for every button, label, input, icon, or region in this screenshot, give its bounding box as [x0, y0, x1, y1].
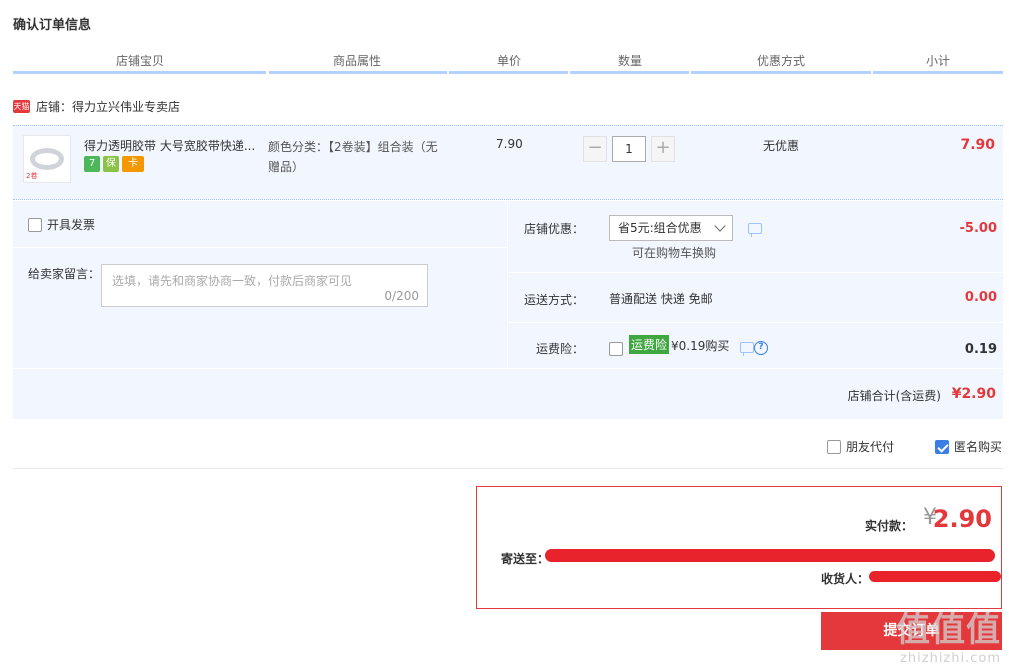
- receiver-redaction: [869, 571, 1001, 582]
- item-subtotal: 7.90: [960, 137, 995, 153]
- header-underline: [691, 71, 871, 74]
- item-promotion: 无优惠: [763, 139, 800, 153]
- credit-card-icon[interactable]: 卡: [122, 156, 144, 172]
- shop-total-row: 店铺合计(含运费) ¥2.90: [13, 368, 1003, 419]
- anonymous-checkbox[interactable]: [935, 439, 949, 454]
- shop-discount-row: 店铺优惠： 省5元:组合优惠 可在购物车换购 -5.00: [508, 201, 1004, 273]
- shop-name-link[interactable]: 店铺：得力立兴伟业专卖店: [36, 98, 180, 115]
- seven-day-return-icon[interactable]: 7: [84, 156, 100, 172]
- service-icons: 7 保 卡: [84, 156, 144, 172]
- help-icon[interactable]: ?: [754, 341, 768, 355]
- divider: [13, 247, 507, 248]
- invoice-label: 开具发票: [47, 218, 96, 232]
- column-header-attribute: 商品属性: [332, 54, 381, 68]
- header-underline: [269, 71, 447, 74]
- header-underline: [873, 71, 1003, 74]
- chevron-down-icon: [714, 220, 726, 232]
- receiver-label: 收货人：: [821, 572, 870, 586]
- comment-icon[interactable]: [740, 342, 754, 356]
- order-detail-panel: 开具发票 给卖家留言： 选填，请先和商家协商一致，付款后商家可见 0/200 店…: [13, 201, 1004, 419]
- header-underline: [13, 71, 266, 74]
- insurance-label: 运费险：: [535, 342, 584, 356]
- seller-message-textarea[interactable]: 选填，请先和商家协商一致，付款后商家可见 0/200: [101, 264, 428, 307]
- actual-payment-label: 实付款：: [864, 519, 913, 533]
- address-redaction: [545, 549, 995, 562]
- divider: [13, 468, 1003, 469]
- insurance-price: ¥0.19购买: [671, 339, 730, 353]
- shop-discount-label: 店铺优惠：: [523, 222, 584, 236]
- submit-order-button[interactable]: 提交订单: [821, 612, 1002, 650]
- seller-message-counter: 0/200: [384, 289, 419, 303]
- tmall-badge-icon: 天猫: [13, 100, 30, 113]
- shipping-label: 运送方式：: [523, 293, 584, 307]
- column-header-item: 店铺宝贝: [115, 54, 164, 68]
- shop-discount-selected: 省5元:组合优惠: [618, 221, 702, 235]
- shop-discount-amount: -5.00: [959, 221, 997, 236]
- insurance-amount: 0.19: [964, 342, 997, 357]
- invoice-checkbox[interactable]: [28, 217, 42, 232]
- cart-exchange-note: 可在购物车换购: [632, 246, 717, 260]
- header-underline: [449, 71, 568, 74]
- comment-icon[interactable]: [748, 223, 762, 237]
- payment-summary: 实付款： ¥ 2.90 寄送至： 收货人：: [476, 486, 1002, 609]
- seller-message-label: 给卖家留言：: [28, 267, 101, 281]
- shipping-method: 普通配送 快递 免邮: [609, 292, 713, 306]
- friend-pay-label: 朋友代付: [846, 440, 895, 454]
- column-header-price: 单价: [496, 54, 521, 68]
- order-extras-pane: 开具发票 给卖家留言： 选填，请先和商家协商一致，付款后商家可见 0/200: [13, 201, 507, 368]
- quantity-increase-button[interactable]: +: [651, 136, 675, 162]
- shop-row: 天猫 店铺：得力立兴伟业专卖店: [13, 98, 180, 115]
- invoice-option[interactable]: 开具发票: [28, 216, 95, 233]
- guarantee-icon[interactable]: 保: [103, 156, 119, 172]
- insurance-tag: 运费险: [629, 335, 670, 354]
- shop-total-label: 店铺合计(含运费): [847, 389, 941, 403]
- page-title: 确认订单信息: [13, 18, 92, 33]
- anonymous-option[interactable]: 匿名购买: [935, 438, 1002, 455]
- friend-pay-option[interactable]: 朋友代付: [827, 438, 894, 455]
- column-header-quantity: 数量: [617, 54, 642, 68]
- actual-payment-value: 2.90: [932, 505, 992, 533]
- shop-total-value: ¥2.90: [951, 386, 996, 402]
- seller-message-placeholder: 选填，请先和商家协商一致，付款后商家可见: [112, 274, 353, 288]
- order-item-row: 2卷 得力透明胶带 大号宽胶带快递... 7 保 卡 颜色分类：【2卷装】组合装…: [13, 125, 1003, 200]
- unit-price: 7.90: [496, 137, 523, 151]
- quantity-stepper: − +: [583, 136, 675, 162]
- pricing-pane: 店铺优惠： 省5元:组合优惠 可在购物车换购 -5.00 运送方式： 普通配送 …: [507, 201, 1004, 368]
- column-headers: 店铺宝贝 商品属性 单价 数量 优惠方式 小计: [13, 52, 1003, 74]
- header-underline: [570, 71, 689, 74]
- watermark-url: zhizhizhi.com: [900, 651, 1001, 666]
- product-thumbnail[interactable]: 2卷: [23, 135, 71, 183]
- quantity-input[interactable]: [612, 136, 646, 162]
- tape-roll-image: [30, 148, 64, 170]
- insurance-row: 运费险： 运费险 ¥0.19购买 ? 0.19: [508, 323, 1004, 368]
- friend-pay-checkbox[interactable]: [827, 439, 841, 454]
- column-header-promotion: 优惠方式: [756, 54, 805, 68]
- anonymous-label: 匿名购买: [954, 440, 1003, 454]
- shop-discount-select[interactable]: 省5元:组合优惠: [609, 215, 733, 241]
- product-attribute: 颜色分类：【2卷装】组合装（无赠品）: [268, 140, 438, 174]
- product-title-link[interactable]: 得力透明胶带 大号宽胶带快递...: [84, 137, 262, 154]
- shipping-amount: 0.00: [964, 290, 997, 305]
- shipping-row: 运送方式： 普通配送 快递 免邮 0.00: [508, 273, 1004, 323]
- ship-to-label: 寄送至：: [501, 552, 550, 566]
- column-header-subtotal: 小计: [925, 54, 950, 68]
- thumbnail-label: 2卷: [26, 172, 38, 180]
- quantity-decrease-button[interactable]: −: [583, 136, 607, 162]
- insurance-checkbox[interactable]: [609, 342, 623, 356]
